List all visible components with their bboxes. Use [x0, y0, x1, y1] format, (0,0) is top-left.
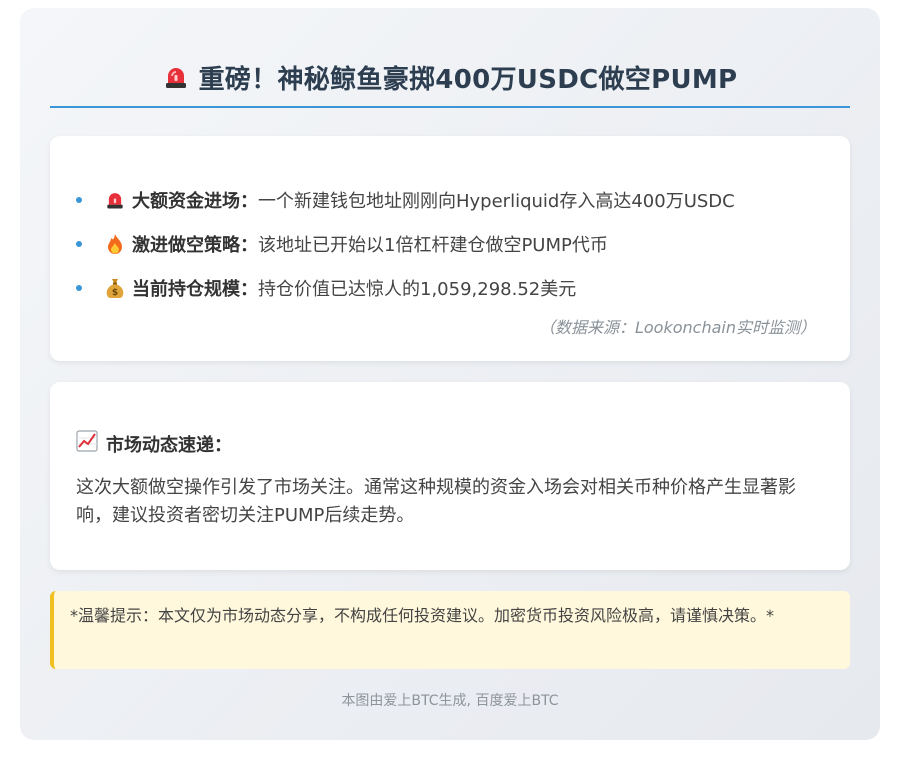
page-title-text: 重磅！神秘鲸鱼豪掷400万USDC做空PUMP — [198, 64, 738, 95]
money-bag-icon: $ — [104, 277, 126, 299]
list-item: 大额资金进场： 一个新建钱包地址刚刚向Hyperliquid存入高达400万US… — [76, 178, 830, 222]
point-label: 激进做空策略： — [132, 235, 258, 256]
list-item: $ 当前持仓规模： 持仓价值已达惊人的1,059,298.52美元 — [76, 266, 830, 310]
siren-icon — [163, 64, 189, 90]
point-label: 当前持仓规模： — [132, 279, 258, 300]
siren-icon — [104, 189, 126, 211]
page-title: 重磅！神秘鲸鱼豪掷400万USDC做空PUMP — [163, 59, 738, 96]
section-body-text: 这次大额做空操作引发了市场关注。通常这种规模的资金入场会对相关币种价格产生显著影… — [76, 477, 796, 526]
footer-text: 本图由爱上BTC生成, 百度爱上BTC — [341, 693, 559, 709]
infographic-card: 重磅！神秘鲸鱼豪掷400万USDC做空PUMP 大额资金进场： 一个新建钱包地址… — [20, 8, 880, 740]
source-note: （数据来源：Lookonchain实时监测） — [538, 318, 816, 337]
title-row: 重磅！神秘鲸鱼豪掷400万USDC做空PUMP — [50, 58, 850, 108]
list-item: 激进做空策略： 该地址已开始以1倍杠杆建仓做空PUMP代币 — [76, 222, 830, 266]
point-text: 一个新建钱包地址刚刚向Hyperliquid存入高达400万USDC — [258, 191, 735, 212]
fire-icon — [104, 233, 126, 255]
point-label: 大额资金进场： — [132, 191, 258, 212]
section-heading-text: 市场动态速递： — [106, 434, 232, 456]
bullet-dot — [76, 197, 82, 203]
point-text: 持仓价值已达惊人的1,059,298.52美元 — [258, 279, 577, 300]
point-text: 该地址已开始以1倍杠杆建仓做空PUMP代币 — [258, 235, 608, 256]
key-points-panel: 大额资金进场： 一个新建钱包地址刚刚向Hyperliquid存入高达400万US… — [50, 136, 850, 361]
section-heading: 市场动态速递： — [76, 430, 232, 457]
chart-increasing-icon — [76, 430, 98, 457]
bullet-dot — [76, 241, 82, 247]
bullet-dot — [76, 285, 82, 291]
disclaimer-notice: *温馨提示：本文仅为市场动态分享，不构成任何投资建议。加密货币投资风险极高，请谨… — [50, 591, 850, 669]
svg-text:$: $ — [112, 288, 118, 298]
market-dynamics-panel: 市场动态速递： 这次大额做空操作引发了市场关注。通常这种规模的资金入场会对相关币… — [50, 382, 850, 570]
key-points-list: 大额资金进场： 一个新建钱包地址刚刚向Hyperliquid存入高达400万US… — [76, 178, 830, 310]
